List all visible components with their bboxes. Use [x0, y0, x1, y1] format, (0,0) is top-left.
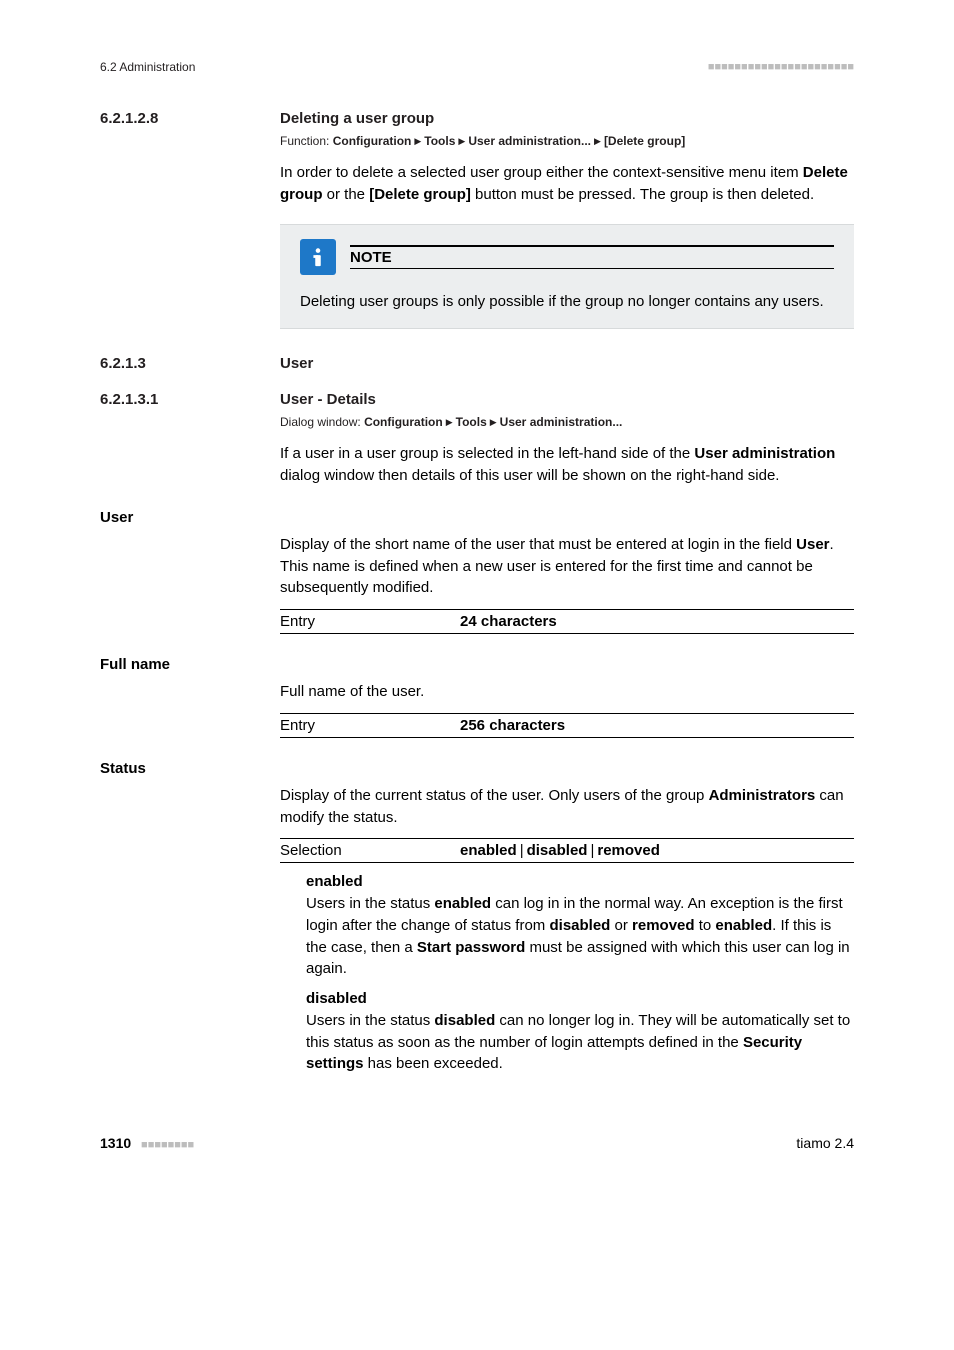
text-run: Users in the status — [306, 895, 434, 912]
header-section: 6.2 Administration — [100, 60, 195, 74]
field-heading: Full name — [100, 656, 270, 673]
text-run: If a user in a user group is selected in… — [280, 445, 694, 462]
info-icon — [300, 239, 336, 275]
selection-label: Selection — [280, 842, 460, 859]
page-footer: 1310 ■■■■■■■■ tiamo 2.4 — [100, 1135, 854, 1151]
selection-options: enabled|disabled|removed — [460, 842, 660, 859]
text-run: or — [610, 917, 632, 934]
function-path: Function: Configuration▶Tools▶User admin… — [280, 134, 854, 148]
entry-value: 256 characters — [460, 717, 565, 734]
text-run: or the — [323, 186, 370, 203]
entry-label: Entry — [280, 613, 460, 630]
text-run: to — [695, 917, 716, 934]
text-run-bold: Start password — [417, 939, 525, 956]
function-prefix: Function: — [280, 134, 329, 148]
text-run: dialog window then details of this user … — [280, 467, 779, 484]
status-item-name: disabled — [306, 988, 854, 1010]
text-run: Display of the current status of the use… — [280, 787, 709, 804]
text-run-bold: disabled — [549, 917, 610, 934]
text-run-bold: Administrators — [709, 787, 816, 804]
product-name: tiamo 2.4 — [796, 1135, 854, 1151]
option: removed — [597, 842, 660, 859]
text-run: button must be pressed. The group is the… — [471, 186, 814, 203]
entry-row: Entry 256 characters — [280, 713, 854, 738]
text-run-bold: [Delete group] — [369, 186, 471, 203]
text-run: In order to delete a selected user group… — [280, 164, 803, 181]
path-part: Tools — [456, 415, 487, 429]
status-item: enabled Users in the status enabled can … — [280, 871, 854, 980]
selection-row: Selection enabled|disabled|removed — [280, 838, 854, 863]
dialog-path: Dialog window: Configuration▶Tools▶User … — [280, 415, 854, 429]
text-run: Display of the short name of the user th… — [280, 536, 796, 553]
path-part: User administration... — [500, 415, 623, 429]
page-number: 1310 — [100, 1135, 131, 1151]
text-run-bold: User — [796, 536, 829, 553]
section-number: 6.2.1.2.8 — [100, 110, 158, 127]
section-title: User — [280, 355, 313, 372]
path-part: Tools — [424, 134, 455, 148]
section-title: User - Details — [280, 391, 376, 408]
path-part: Configuration — [364, 415, 443, 429]
paragraph: Display of the short name of the user th… — [280, 534, 854, 599]
status-item-body: Users in the status enabled can log in i… — [306, 893, 854, 980]
paragraph: Display of the current status of the use… — [280, 785, 854, 829]
text-run: Users in the status — [306, 1012, 434, 1029]
field-heading: User — [100, 509, 270, 526]
running-header: 6.2 Administration ■■■■■■■■■■■■■■■■■■■■■… — [100, 60, 854, 74]
field-heading: Status — [100, 760, 270, 777]
status-item-name: enabled — [306, 871, 854, 893]
footer-ornament: ■■■■■■■■ — [141, 1139, 194, 1151]
dialog-prefix: Dialog window: — [280, 415, 361, 429]
text-run-bold: enabled — [715, 917, 772, 934]
text-run: has been exceeded. — [364, 1055, 503, 1072]
path-part: [Delete group] — [604, 134, 685, 148]
paragraph: In order to delete a selected user group… — [280, 162, 854, 206]
path-part: Configuration — [333, 134, 412, 148]
text-run-bold: disabled — [434, 1012, 495, 1029]
paragraph: Full name of the user. — [280, 681, 854, 703]
text-run-bold: User administration — [694, 445, 835, 462]
header-ornament: ■■■■■■■■■■■■■■■■■■■■■■ — [708, 61, 854, 73]
paragraph: If a user in a user group is selected in… — [280, 443, 854, 487]
note-box: NOTE Deleting user groups is only possib… — [280, 224, 854, 330]
path-part: User administration... — [468, 134, 591, 148]
option: enabled — [460, 842, 517, 859]
text-run-bold: removed — [632, 917, 695, 934]
section-title: Deleting a user group — [280, 110, 434, 127]
section-number: 6.2.1.3 — [100, 355, 146, 372]
entry-label: Entry — [280, 717, 460, 734]
text-run-bold: enabled — [434, 895, 491, 912]
section-number: 6.2.1.3.1 — [100, 391, 158, 408]
option: disabled — [527, 842, 588, 859]
note-body: Deleting user groups is only possible if… — [300, 291, 834, 313]
entry-row: Entry 24 characters — [280, 609, 854, 634]
entry-value: 24 characters — [460, 613, 557, 630]
status-item: disabled Users in the status disabled ca… — [280, 988, 854, 1075]
status-item-body: Users in the status disabled can no long… — [306, 1010, 854, 1075]
note-title: NOTE — [350, 249, 834, 266]
